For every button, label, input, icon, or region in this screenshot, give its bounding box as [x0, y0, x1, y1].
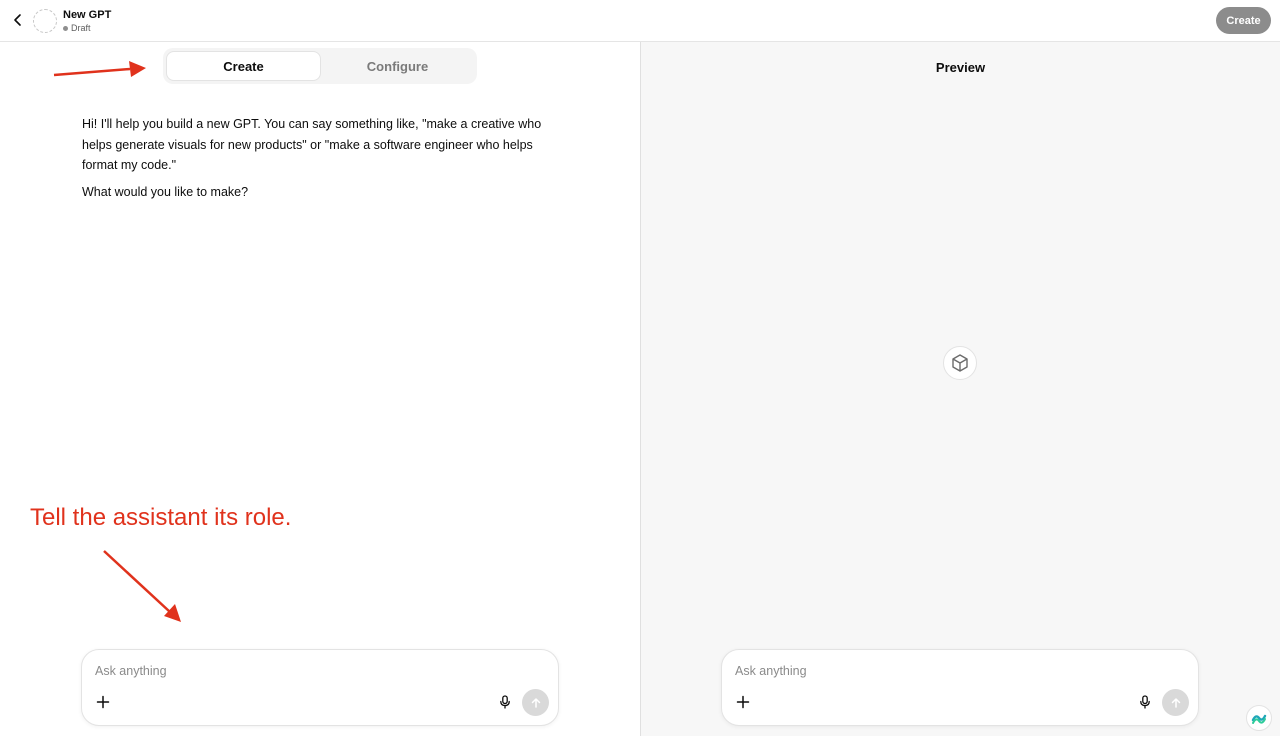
arrow-up-icon — [1171, 697, 1180, 708]
preview-send-button[interactable] — [1162, 689, 1189, 716]
builder-pane: Create Configure Hi! I'll help you build… — [0, 42, 640, 736]
annotation-arrow-to-composer — [103, 550, 181, 622]
cube-icon — [952, 354, 968, 372]
builder-send-button[interactable] — [522, 689, 549, 716]
preview-composer — [721, 649, 1199, 726]
preview-title: Preview — [935, 60, 986, 75]
preview-attach-button[interactable] — [734, 693, 752, 711]
arrow-up-icon — [531, 697, 540, 708]
preview-avatar — [943, 346, 977, 380]
microphone-icon — [1140, 695, 1150, 709]
builder-composer — [81, 649, 559, 726]
chevron-left-icon — [14, 14, 21, 26]
status-label: Draft — [71, 23, 91, 33]
assistant-widget-button[interactable] — [1246, 705, 1272, 731]
gpt-name: New GPT — [63, 9, 112, 21]
plus-icon — [736, 695, 750, 709]
gpt-status: Draft — [63, 23, 91, 33]
builder-attach-button[interactable] — [94, 693, 112, 711]
assistant-widget-icon — [1251, 714, 1267, 724]
microphone-icon — [500, 695, 510, 709]
gpt-avatar-placeholder[interactable] — [33, 9, 57, 33]
preview-voice-button[interactable] — [1136, 693, 1154, 711]
builder-message-input[interactable] — [95, 662, 475, 680]
back-button[interactable] — [8, 10, 28, 30]
top-bar: New GPT Draft Create — [0, 0, 1280, 42]
plus-icon — [96, 695, 110, 709]
preview-message-input[interactable] — [735, 662, 1115, 680]
status-dot-icon — [63, 25, 68, 31]
create-gpt-button[interactable]: Create — [1216, 7, 1271, 34]
builder-voice-button[interactable] — [496, 693, 514, 711]
preview-pane: Preview — [641, 42, 1280, 736]
